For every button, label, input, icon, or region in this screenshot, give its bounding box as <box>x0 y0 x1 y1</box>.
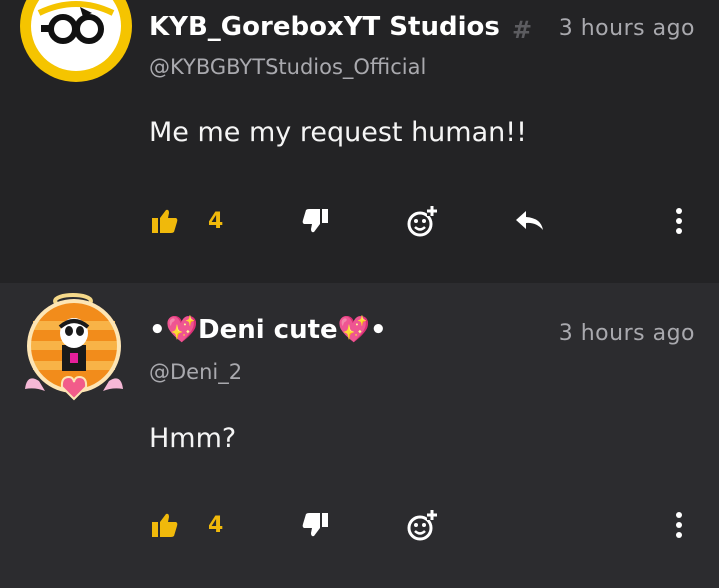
reply-icon <box>516 211 543 230</box>
comment-text: Me me my request human!! <box>149 117 527 148</box>
comment-actions: 4 <box>0 505 719 545</box>
thumbs-up-icon <box>152 513 178 537</box>
timestamp: 3 hours ago <box>558 16 695 41</box>
author-name[interactable]: •💖Deni cute💖• <box>149 315 387 345</box>
thumbs-down-icon <box>302 209 328 233</box>
like-button[interactable] <box>148 201 182 241</box>
comment-actions: 4 <box>0 201 719 241</box>
comment-item: •💖Deni cute💖• 3 hours ago @Deni_2 Hmm? 4 <box>0 283 719 588</box>
timestamp: 3 hours ago <box>558 321 695 346</box>
comment-text: Hmm? <box>149 423 237 454</box>
more-options-button[interactable] <box>664 505 694 545</box>
avatar[interactable] <box>17 291 135 409</box>
like-count: 4 <box>208 208 224 234</box>
author-name-overflow: # <box>512 16 533 44</box>
more-options-icon <box>676 208 682 234</box>
like-button[interactable] <box>148 505 182 545</box>
add-emoji-icon <box>407 510 437 541</box>
thumbs-up-icon <box>152 209 178 233</box>
add-reaction-button[interactable] <box>402 505 442 545</box>
add-emoji-icon <box>407 206 437 237</box>
dislike-button[interactable] <box>298 201 332 241</box>
thumbs-down-icon <box>302 513 328 537</box>
add-reaction-button[interactable] <box>402 201 442 241</box>
avatar[interactable] <box>17 0 135 85</box>
like-count: 4 <box>208 512 224 538</box>
author-handle[interactable]: @Deni_2 <box>149 360 242 384</box>
more-options-button[interactable] <box>664 201 694 241</box>
author-handle[interactable]: @KYBGBYTStudios_Official <box>149 55 426 79</box>
reply-button[interactable] <box>510 201 550 241</box>
more-options-icon <box>676 512 682 538</box>
comment-item: KYB_GoreboxYT Studios # 3 hours ago @KYB… <box>0 0 719 283</box>
author-name[interactable]: KYB_GoreboxYT Studios <box>149 12 500 42</box>
dislike-button[interactable] <box>298 505 332 545</box>
